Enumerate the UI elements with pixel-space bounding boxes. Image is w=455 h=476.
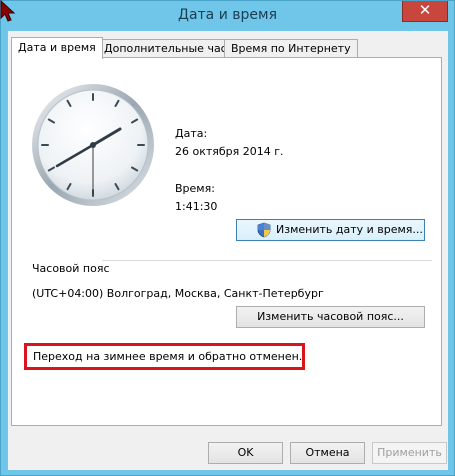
tab-additional-clocks[interactable]: Дополнительные часы: [97, 39, 243, 58]
dst-notice-box: Переход на зимнее время и обратно отмене…: [24, 343, 305, 370]
dialog-client-area: Дата и время Дополнительные часы Время п…: [8, 31, 448, 470]
tab-internet-time[interactable]: Время по Интернету: [224, 39, 358, 58]
dst-notice-text: Переход на зимнее время и обратно отмене…: [33, 350, 303, 363]
timezone-separator: [102, 260, 432, 261]
date-label: Дата:: [175, 127, 208, 140]
cancel-button[interactable]: Отмена: [290, 442, 365, 464]
time-label: Время:: [175, 182, 215, 195]
close-icon: ✕: [418, 1, 432, 19]
ok-button[interactable]: OK: [208, 442, 283, 464]
change-date-time-button[interactable]: Изменить дату и время...: [236, 219, 425, 241]
mouse-pointer-icon: [0, 0, 16, 22]
close-button[interactable]: ✕: [402, 1, 448, 22]
window-title: Дата и время: [178, 7, 277, 23]
date-value: 26 октября 2014 г.: [175, 145, 284, 158]
timezone-value: (UTC+04:00) Волгоград, Москва, Санкт-Пет…: [32, 287, 324, 300]
title-bar[interactable]: Дата и время ✕: [1, 1, 454, 31]
apply-button[interactable]: Применить: [372, 442, 447, 464]
analog-clock: [32, 84, 154, 206]
clock-center: [90, 142, 96, 148]
tab-date-time[interactable]: Дата и время: [11, 37, 103, 59]
change-timezone-button[interactable]: Изменить часовой пояс...: [236, 306, 425, 328]
tab-panel: Дата: 26 октября 2014 г. Время: 1:41:30 …: [11, 57, 442, 426]
change-date-time-label: Изменить дату и время...: [276, 223, 423, 236]
time-value: 1:41:30: [175, 200, 218, 213]
date-time-dialog: Дата и время ✕ Дата и время Дополнительн…: [0, 0, 455, 476]
timezone-section-label: Часовой пояс: [32, 262, 110, 275]
uac-shield-icon: [257, 222, 271, 238]
